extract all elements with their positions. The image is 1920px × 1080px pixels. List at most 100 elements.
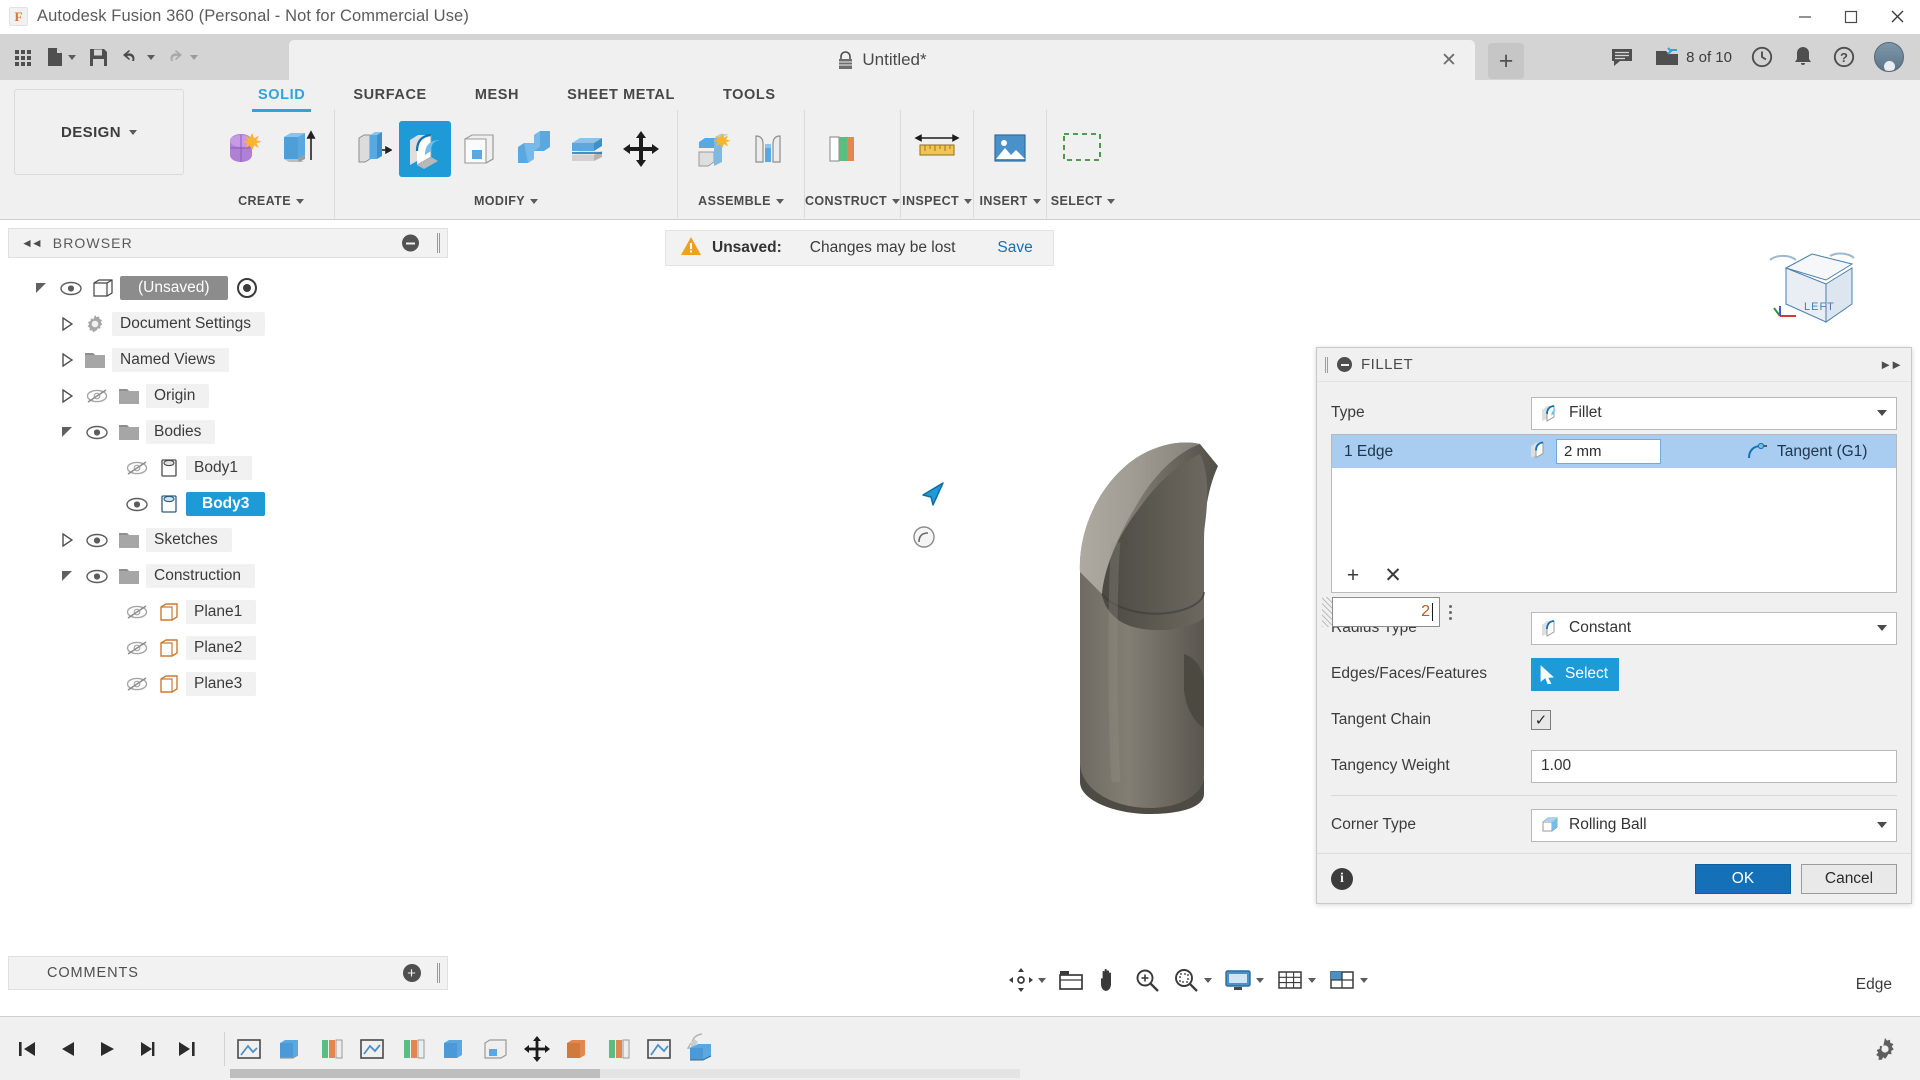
insert-mcmaster-button[interactable] [984, 121, 1036, 177]
panel-label-inspect[interactable]: INSPECT [901, 188, 973, 214]
look-at-button[interactable] [1053, 961, 1089, 999]
comments-button[interactable] [1602, 38, 1644, 76]
press-pull-button[interactable] [345, 121, 397, 177]
measure-button[interactable] [911, 121, 963, 177]
fit-button[interactable] [1167, 961, 1217, 999]
visibility-icon[interactable] [80, 425, 114, 440]
close-button[interactable] [1874, 0, 1920, 34]
collapse-dialog-icon[interactable] [1337, 357, 1352, 372]
zoom-button[interactable] [1129, 961, 1165, 999]
floating-radius-editor[interactable]: 2 [1322, 595, 1474, 629]
corner-type-select[interactable]: Rolling Ball [1531, 808, 1897, 842]
tangency-weight-input[interactable]: 1.00 [1531, 749, 1897, 783]
timeline-feature-move[interactable] [518, 1029, 556, 1069]
tree-item-body3[interactable]: Body3 [14, 486, 455, 522]
timeline-settings-button[interactable] [1868, 1032, 1902, 1066]
tab-tools[interactable]: TOOLS [699, 80, 800, 110]
tree-item-construction[interactable]: Construction [14, 558, 455, 594]
panel-label-create[interactable]: CREATE [208, 188, 334, 214]
save-link[interactable]: Save [983, 235, 1046, 261]
tree-item-plane1[interactable]: Plane1 [14, 594, 455, 630]
jobs-status-button[interactable]: 8 of 10 [1646, 38, 1740, 76]
edge-list-row[interactable]: 1 Edge 2 mm Tangent (G1) [1332, 435, 1896, 468]
visibility-icon[interactable] [80, 569, 114, 584]
minimize-button[interactable] [1782, 0, 1828, 34]
activate-component-icon[interactable] [236, 278, 257, 298]
timeline-feature-revolve-3[interactable] [600, 1029, 638, 1069]
tab-solid[interactable]: SOLID [234, 80, 329, 112]
ok-button[interactable]: OK [1695, 863, 1791, 894]
timeline-scroll-thumb[interactable] [230, 1069, 600, 1078]
tree-item-origin[interactable]: Origin [14, 378, 455, 414]
pan-button[interactable] [1091, 961, 1127, 999]
dialog-grip[interactable] [1325, 356, 1328, 373]
browser-header[interactable]: ◄◄ BROWSER [8, 228, 448, 258]
fillet-dialog-titlebar[interactable]: FILLET ►► [1317, 348, 1911, 382]
notifications-button[interactable] [1784, 38, 1822, 76]
edge-list[interactable]: 1 Edge 2 mm Tangent (G1) + ✕ [1331, 434, 1897, 593]
tree-item-named-views[interactable]: Named Views [14, 342, 455, 378]
visibility-off-icon[interactable] [120, 604, 154, 620]
tree-item-document-settings[interactable]: Document Settings [14, 306, 455, 342]
visibility-icon[interactable] [54, 281, 88, 296]
timeline-feature-sketch-2[interactable] [354, 1029, 392, 1069]
twisty-closed-icon[interactable] [54, 533, 80, 547]
timeline-step-back-button[interactable] [50, 1032, 84, 1066]
document-tab[interactable]: Untitled* ✕ [289, 40, 1475, 80]
offset-face-button[interactable] [561, 121, 613, 177]
twisty-closed-icon[interactable] [54, 353, 80, 367]
floating-radius-input[interactable]: 2 [1332, 597, 1440, 627]
display-settings-button[interactable] [1219, 961, 1269, 999]
redo-button[interactable] [160, 40, 201, 74]
maximize-button[interactable] [1828, 0, 1874, 34]
new-tab-button[interactable]: + [1488, 43, 1524, 79]
save-button[interactable] [81, 40, 115, 74]
panel-label-assemble[interactable]: ASSEMBLE [678, 188, 804, 214]
timeline-feature-extrude-1[interactable] [272, 1029, 310, 1069]
twisty-closed-icon[interactable] [54, 317, 80, 331]
collapse-left-icon[interactable]: ◄◄ [21, 236, 43, 250]
tab-sheet-metal[interactable]: SHEET METAL [543, 80, 699, 110]
viewports-button[interactable] [1323, 961, 1373, 999]
fillet-manipulator-icon[interactable] [912, 525, 936, 553]
new-file-button[interactable] [42, 40, 79, 74]
tree-item-plane2[interactable]: Plane2 [14, 630, 455, 666]
orbit-button[interactable] [1003, 961, 1051, 999]
tab-surface[interactable]: SURFACE [329, 80, 451, 110]
undo-button[interactable] [117, 40, 158, 74]
tangent-chain-checkbox[interactable]: ✓ [1531, 710, 1551, 730]
timeline-play-button[interactable] [90, 1032, 124, 1066]
timeline-feature-fillet[interactable] [682, 1029, 720, 1069]
tree-item-body1[interactable]: Body1 [14, 450, 455, 486]
timeline-feature-shell[interactable] [477, 1029, 515, 1069]
add-edge-selection-button[interactable]: + [1342, 564, 1364, 586]
panel-label-select[interactable]: SELECT [1047, 188, 1119, 214]
visibility-off-icon[interactable] [120, 460, 154, 476]
grid-snap-button[interactable] [1271, 961, 1321, 999]
tree-item-bodies[interactable]: Bodies [14, 414, 455, 450]
fillet-button[interactable] [399, 121, 451, 177]
twisty-closed-icon[interactable] [54, 389, 80, 403]
model-body[interactable] [1058, 422, 1318, 846]
visibility-icon[interactable] [120, 497, 154, 512]
timeline-feature-sketch-3[interactable] [641, 1029, 679, 1069]
new-component-button[interactable] [688, 121, 740, 177]
joint-button[interactable] [742, 121, 794, 177]
help-button[interactable]: ? [1824, 38, 1864, 76]
create-sketch-button[interactable] [218, 121, 270, 177]
timeline-go-to-end-button[interactable] [170, 1032, 204, 1066]
add-comment-icon[interactable]: + [403, 964, 421, 982]
document-tab-close-icon[interactable]: ✕ [1439, 50, 1459, 70]
recent-button[interactable] [1742, 38, 1782, 76]
timeline-scrollbar[interactable] [230, 1069, 1020, 1078]
edge-radius-input[interactable]: 2 mm [1556, 439, 1661, 464]
twisty-open-icon[interactable] [28, 281, 54, 295]
tree-item-unsaved[interactable]: (Unsaved) [14, 270, 455, 306]
visibility-off-icon[interactable] [120, 640, 154, 656]
browser-collapse-icon[interactable] [402, 234, 419, 252]
view-cube[interactable]: LEFT [1758, 238, 1878, 334]
panel-label-insert[interactable]: INSERT [974, 188, 1046, 214]
timeline-feature-sketch-1[interactable] [231, 1029, 269, 1069]
tree-item-plane3[interactable]: Plane3 [14, 666, 455, 702]
select-tool-button[interactable] [1057, 121, 1109, 177]
